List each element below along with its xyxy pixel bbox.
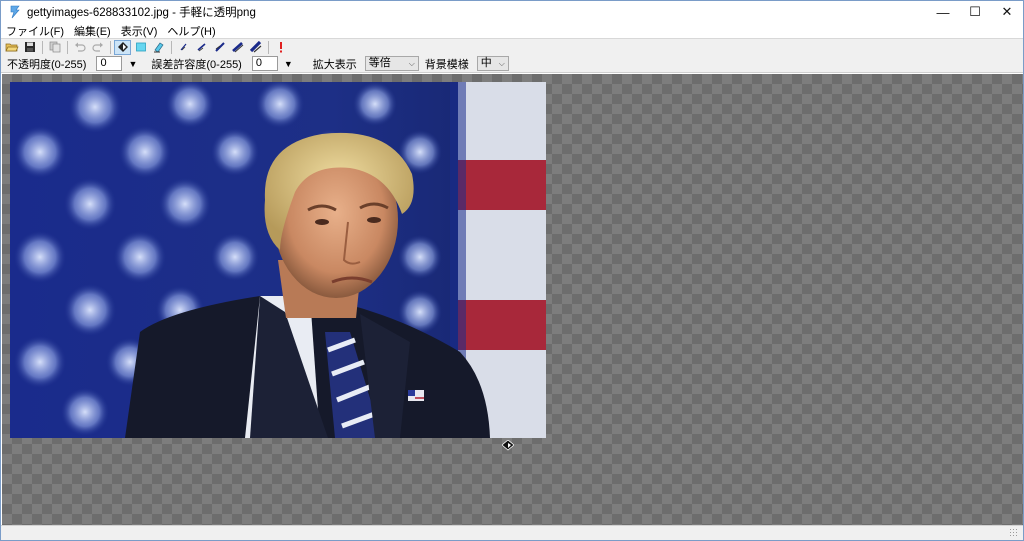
image-canvas[interactable] [2, 74, 1023, 525]
eraser-icon[interactable] [150, 40, 167, 55]
save-icon[interactable] [21, 40, 38, 55]
pen-3-icon[interactable] [211, 40, 228, 55]
chevron-down-icon: ⌵ [498, 59, 505, 68]
status-bar [1, 525, 1023, 540]
alert-icon[interactable] [272, 40, 289, 55]
opacity-dropdown-arrow[interactable]: ▼ [128, 59, 137, 69]
photo-illustration [10, 82, 546, 438]
menu-view[interactable]: 表示(V) [116, 23, 163, 39]
fill-transparent-icon[interactable] [114, 39, 131, 55]
cursor-bucket-icon [501, 439, 515, 454]
menu-edit[interactable]: 編集(E) [69, 23, 116, 39]
opacity-label: 不透明度(0-255) [7, 58, 87, 71]
zoom-select[interactable]: 等倍 ⌵ [364, 56, 419, 71]
redo-icon[interactable] [89, 40, 106, 55]
toolbar-separator [42, 40, 43, 54]
maximize-button[interactable]: ☐ [959, 1, 991, 23]
tolerance-label: 誤差許容度(0-255) [151, 58, 242, 71]
toolbar [1, 38, 1023, 55]
bg-pattern-select-value: 中 [480, 57, 492, 69]
chevron-down-icon: ⌵ [408, 59, 415, 68]
window-title: gettyimages-628833102.jpg - 手軽に透明png [27, 7, 256, 19]
copy-icon[interactable] [46, 40, 63, 55]
toolbar-separator [110, 40, 111, 54]
pen-4-icon[interactable] [229, 40, 246, 55]
app-window: gettyimages-628833102.jpg - 手軽に透明png — ☐… [0, 0, 1024, 541]
title-bar[interactable]: gettyimages-628833102.jpg - 手軽に透明png — ☐… [1, 1, 1023, 23]
menu-help[interactable]: ヘルプ(H) [162, 23, 220, 39]
toolbar-separator [268, 40, 269, 54]
loaded-photo[interactable] [10, 82, 546, 438]
zoom-label: 拡大表示 [312, 58, 357, 71]
menu-file[interactable]: ファイル(F) [1, 23, 69, 39]
bg-pattern-select[interactable]: 中 ⌵ [476, 56, 509, 71]
menu-bar: ファイル(F) 編集(E) 表示(V) ヘルプ(H) [1, 23, 1023, 38]
pen-1-icon[interactable] [175, 40, 192, 55]
rect-select-icon[interactable] [132, 40, 149, 55]
minimize-button[interactable]: — [927, 1, 959, 23]
open-folder-icon[interactable] [3, 40, 20, 55]
undo-icon[interactable] [71, 40, 88, 55]
resize-grip-icon[interactable] [1009, 528, 1019, 538]
bg-pattern-label: 背景模様 [424, 58, 469, 71]
toolbar-separator [171, 40, 172, 54]
tolerance-dropdown-arrow[interactable]: ▼ [284, 59, 293, 69]
tolerance-input[interactable]: 0 [251, 56, 278, 71]
pen-2-icon[interactable] [193, 40, 210, 55]
option-bar: 不透明度(0-255) 0 ▼ 誤差許容度(0-255) 0 ▼ 拡大表示 等倍… [1, 55, 1023, 73]
close-button[interactable]: ✕ [991, 1, 1023, 23]
window-controls: — ☐ ✕ [927, 1, 1023, 23]
toolbar-separator [67, 40, 68, 54]
opacity-input[interactable]: 0 [96, 56, 123, 71]
app-icon [7, 4, 23, 20]
pen-5-icon[interactable] [247, 40, 264, 55]
zoom-select-value: 等倍 [368, 57, 391, 69]
